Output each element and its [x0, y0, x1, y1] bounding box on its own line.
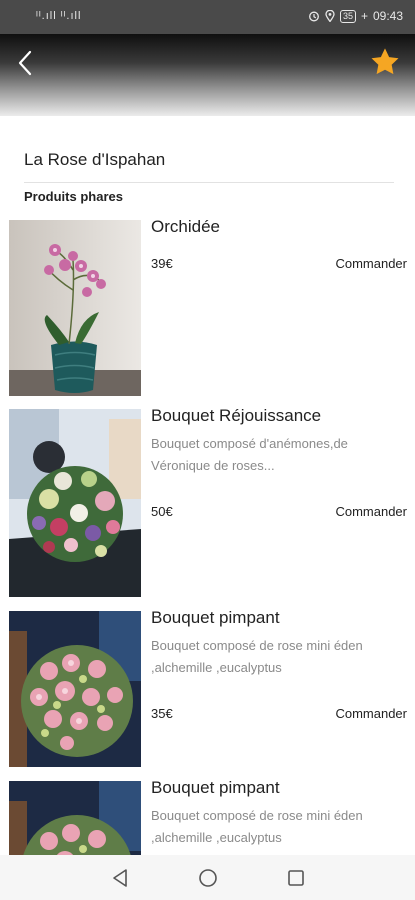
app-bar — [0, 34, 415, 116]
system-nav-bar — [0, 855, 415, 900]
nav-home-button[interactable] — [197, 867, 219, 889]
order-button[interactable]: Commander — [335, 256, 407, 271]
charging-icon: + — [360, 9, 368, 23]
alarm-icon — [308, 11, 319, 22]
status-right: 35 + 09:43 — [308, 9, 403, 23]
product-price: 39€ — [151, 256, 173, 271]
product-name: Bouquet pimpant — [151, 608, 280, 627]
product-name: Bouquet pimpant — [151, 778, 280, 797]
divider — [24, 182, 394, 183]
product-description: Bouquet composé de rose mini éden ,alche… — [151, 638, 363, 675]
product-card[interactable]: Bouquet pimpant Bouquet composé de rose … — [0, 608, 415, 767]
back-button[interactable] — [10, 48, 40, 78]
triangle-back-icon — [112, 868, 127, 887]
status-bar: ᴵᴵ.ıll ᴵᴵ.ıll 35 + 09:43 — [0, 0, 415, 34]
product-description: Bouquet composé d'anémones,de Véronique … — [151, 436, 348, 473]
square-recents-icon — [287, 869, 304, 886]
star-icon — [371, 48, 399, 75]
nav-back-button[interactable] — [109, 867, 131, 889]
product-image-bouquet[interactable] — [9, 781, 141, 855]
product-price: 50€ — [151, 504, 173, 519]
location-icon — [325, 10, 335, 22]
product-description: Bouquet composé de rose mini éden ,alche… — [151, 808, 363, 845]
product-image-bouquet[interactable] — [9, 409, 141, 597]
product-list[interactable]: Orchidée 39€ Commander Bouquet Réjouissa… — [0, 220, 415, 855]
shop-title: La Rose d'Ispahan — [24, 150, 166, 169]
order-button[interactable]: Commander — [335, 706, 407, 721]
clock: 09:43 — [372, 9, 403, 23]
section-title: Produits phares — [24, 189, 123, 204]
product-card[interactable]: Bouquet Réjouissance Bouquet composé d'a… — [0, 406, 415, 597]
product-image-orchid[interactable] — [9, 220, 141, 396]
circle-home-icon — [198, 868, 217, 887]
order-button[interactable]: Commander — [335, 504, 407, 519]
product-card[interactable]: Bouquet pimpant Bouquet composé de rose … — [0, 778, 415, 855]
chevron-left-icon — [18, 50, 32, 76]
favorite-button[interactable] — [367, 44, 403, 80]
signal-indicators: ᴵᴵ.ıll ᴵᴵ.ıll — [36, 10, 82, 22]
product-price: 35€ — [151, 706, 173, 721]
battery-indicator: 35 — [339, 9, 356, 23]
product-card[interactable]: Orchidée 39€ Commander — [0, 220, 415, 396]
product-name: Bouquet Réjouissance — [151, 406, 322, 425]
product-image-bouquet[interactable] — [9, 611, 141, 767]
product-name: Orchidée — [151, 220, 220, 236]
nav-recents-button[interactable] — [285, 867, 307, 889]
